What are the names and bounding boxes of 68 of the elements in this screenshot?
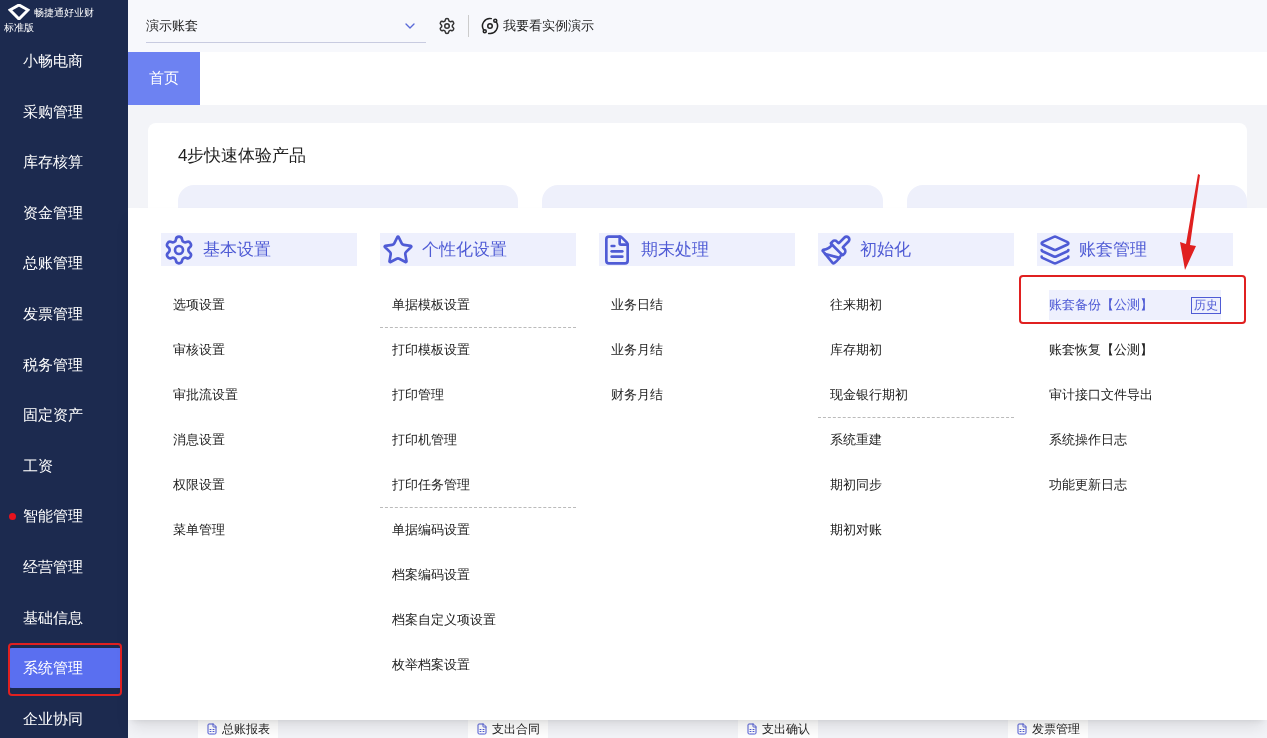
menu-item[interactable]: 打印机管理 <box>380 418 576 463</box>
menu-item[interactable]: 选项设置 <box>161 283 357 328</box>
sidebar-item[interactable]: 基础信息 <box>8 597 120 638</box>
menu-item[interactable]: 审计接口文件导出 <box>1037 373 1233 418</box>
brand-name: 畅捷通好业财 <box>34 5 94 20</box>
menu-item[interactable]: 枚举档案设置 <box>380 643 576 688</box>
sidebar-item[interactable]: 经营管理 <box>8 547 120 588</box>
menu-item[interactable]: 业务月结 <box>599 328 795 373</box>
menu-group-title: 期末处理 <box>641 238 709 261</box>
menu-item[interactable]: 单据模板设置 <box>380 283 576 328</box>
sidebar-item[interactable]: 固定资产 <box>8 395 120 436</box>
menu-item[interactable]: 账套恢复【公测】 <box>1037 328 1233 373</box>
flow-node[interactable]: 支出确认 <box>738 720 818 738</box>
menu-item[interactable]: 系统操作日志 <box>1037 418 1233 463</box>
flow-node[interactable]: 支出合同 <box>468 720 548 738</box>
menu-item[interactable]: 现金银行期初 <box>818 373 1014 418</box>
menu-item[interactable]: 打印任务管理 <box>380 463 576 508</box>
document-icon <box>476 723 488 735</box>
document-icon <box>206 723 218 735</box>
menu-item[interactable]: 审核设置 <box>161 328 357 373</box>
menu-item[interactable]: 消息设置 <box>161 418 357 463</box>
sidebar-item[interactable]: 采购管理 <box>8 91 120 132</box>
gear-icon <box>163 233 195 266</box>
stack-icon <box>1039 233 1071 266</box>
brush-icon <box>820 233 852 266</box>
document-icon <box>746 723 758 735</box>
menu-item[interactable]: 权限设置 <box>161 463 357 508</box>
history-tag[interactable]: 历史 <box>1191 296 1221 314</box>
menu-item[interactable]: 档案编码设置 <box>380 553 576 598</box>
sidebar-item[interactable]: 库存核算 <box>8 142 120 183</box>
demo-link[interactable]: 我要看实例演示 <box>481 16 594 36</box>
sidebar-item[interactable]: 总账管理 <box>8 243 120 284</box>
flow-node[interactable]: 总账报表 <box>198 720 278 738</box>
menu-item[interactable]: 期初同步 <box>818 463 1014 508</box>
sidebar-item[interactable]: 发票管理 <box>8 294 120 335</box>
section-title: 4步快速体验产品 <box>178 145 308 167</box>
settings-icon[interactable] <box>438 17 456 35</box>
flow-node[interactable]: 发票管理 <box>1008 720 1088 738</box>
menu-item[interactable]: 打印管理 <box>380 373 576 418</box>
menu-group-title: 初始化 <box>860 238 911 261</box>
sidebar-item[interactable]: 企业协同 <box>8 699 120 738</box>
edition-label: 标准版 <box>4 21 35 35</box>
sidebar-item[interactable]: 工资 <box>8 446 120 487</box>
star-icon <box>382 233 414 266</box>
document-icon <box>1016 723 1028 735</box>
sidebar-item[interactable]: 资金管理 <box>8 193 120 234</box>
menu-item[interactable]: 往来期初 <box>818 283 1014 328</box>
menu-item[interactable]: 单据编码设置 <box>380 508 576 553</box>
menu-item[interactable]: 功能更新日志 <box>1037 463 1233 508</box>
sidebar-item[interactable]: 小畅电商 <box>8 41 120 82</box>
menu-item[interactable]: 业务日结 <box>599 283 795 328</box>
menu-item[interactable]: 系统重建 <box>818 418 1014 463</box>
sidebar-item[interactable]: 税务管理 <box>8 344 120 385</box>
menu-item[interactable]: 期初对账 <box>818 508 1014 553</box>
menu-group-title: 基本设置 <box>203 238 271 261</box>
sidebar-item[interactable]: 智能管理 <box>8 496 120 537</box>
sidebar-item[interactable]: 系统管理 <box>8 648 120 689</box>
menu-item[interactable]: 打印模板设置 <box>380 328 576 373</box>
menu-item[interactable]: 财务月结 <box>599 373 795 418</box>
account-dropdown[interactable]: 演示账套 <box>146 9 426 43</box>
planet-icon <box>481 17 499 35</box>
menu-item[interactable]: 审批流设置 <box>161 373 357 418</box>
menu-group-title: 个性化设置 <box>422 238 507 261</box>
menu-item[interactable]: 菜单管理 <box>161 508 357 553</box>
menu-item[interactable]: 档案自定义项设置 <box>380 598 576 643</box>
menu-group-title: 账套管理 <box>1079 238 1147 261</box>
menu-item[interactable]: 库存期初 <box>818 328 1014 373</box>
logo-icon <box>8 4 30 20</box>
